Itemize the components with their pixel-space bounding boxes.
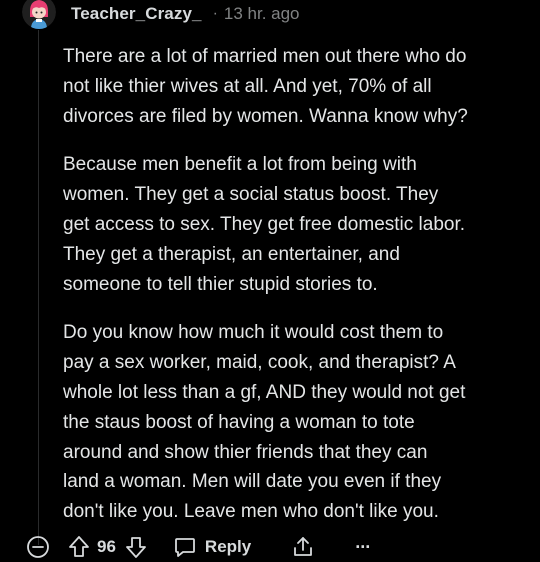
comment-paragraph: Do you know how much it would cost them … <box>63 322 466 523</box>
comment-paragraph: There are a lot of married men out there… <box>63 46 468 127</box>
comment-paragraph: Because men benefit a lot from being wit… <box>63 154 466 295</box>
arrow-up-icon[interactable] <box>68 535 90 559</box>
minus-circle-icon[interactable] <box>26 535 50 559</box>
vote-score: 96 <box>97 537 116 556</box>
more-options-button[interactable]: ··· <box>355 536 371 558</box>
avatar[interactable] <box>22 0 56 29</box>
meta-separator: · <box>212 5 218 22</box>
comment-header: Teacher_Crazy_ · 13 hr. ago <box>22 0 300 29</box>
speech-bubble-icon <box>173 535 197 559</box>
timestamp[interactable]: 13 hr. ago <box>224 4 300 24</box>
arrow-down-icon[interactable] <box>125 535 147 559</box>
thread-line[interactable] <box>38 30 39 545</box>
username[interactable]: Teacher_Crazy_ <box>71 4 202 24</box>
share-icon[interactable] <box>291 535 315 559</box>
ellipsis-icon: ··· <box>355 536 371 557</box>
comment-actions: 96 Reply ··· <box>26 532 371 562</box>
comment-body: There are a lot of married men out there… <box>63 42 533 546</box>
reply-button[interactable]: Reply <box>173 535 251 559</box>
reply-label: Reply <box>204 537 252 556</box>
